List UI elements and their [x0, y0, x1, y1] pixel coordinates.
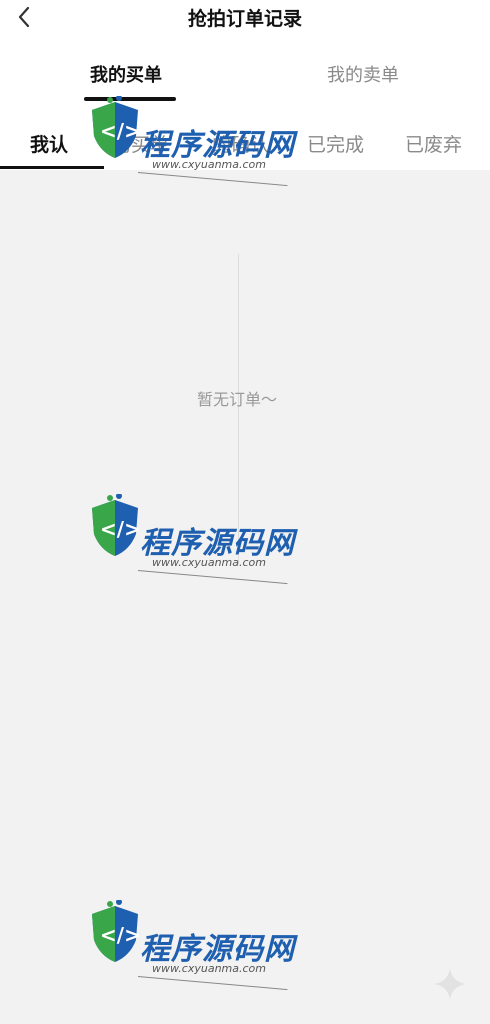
- tab-status-1[interactable]: 我认: [30, 130, 68, 157]
- shield-code-icon: </>: [92, 96, 141, 158]
- watermark-url: www.cxyuanma.com: [152, 962, 266, 975]
- empty-state-text: 暂无订单～: [197, 390, 278, 409]
- svg-text:</>: </>: [100, 923, 141, 947]
- watermark-underline: [137, 976, 288, 991]
- watermark-underline: [137, 570, 288, 585]
- watermark-underline: [137, 172, 288, 187]
- svg-text:</>: </>: [100, 517, 141, 541]
- tab-status-abandoned[interactable]: 已废弃: [405, 130, 462, 157]
- watermark: </> 程序源码网 www.cxyuanma.com: [86, 494, 296, 585]
- sparkle-icon: [434, 968, 466, 1000]
- page-title: 抢拍订单记录: [187, 8, 302, 30]
- svg-text:</>: </>: [100, 119, 141, 143]
- watermark: </> 程序源码网 www.cxyuanma.com: [86, 900, 296, 991]
- watermark-url: www.cxyuanma.com: [152, 556, 266, 569]
- header-bar: 抢拍订单记录: [0, 0, 490, 36]
- watermark-url: www.cxyuanma.com: [152, 158, 266, 171]
- tab-my-buy-orders[interactable]: 我的买单: [90, 61, 162, 87]
- watermark: </> 程序源码网 www.cxyuanma.com: [86, 96, 296, 187]
- shield-code-icon: </>: [92, 494, 141, 556]
- tab-status-completed[interactable]: 已完成: [307, 130, 364, 157]
- order-list-area[interactable]: 暂无订单～: [0, 170, 490, 1024]
- shield-code-icon: </>: [92, 900, 141, 962]
- tab-my-sell-orders[interactable]: 我的卖单: [327, 61, 399, 87]
